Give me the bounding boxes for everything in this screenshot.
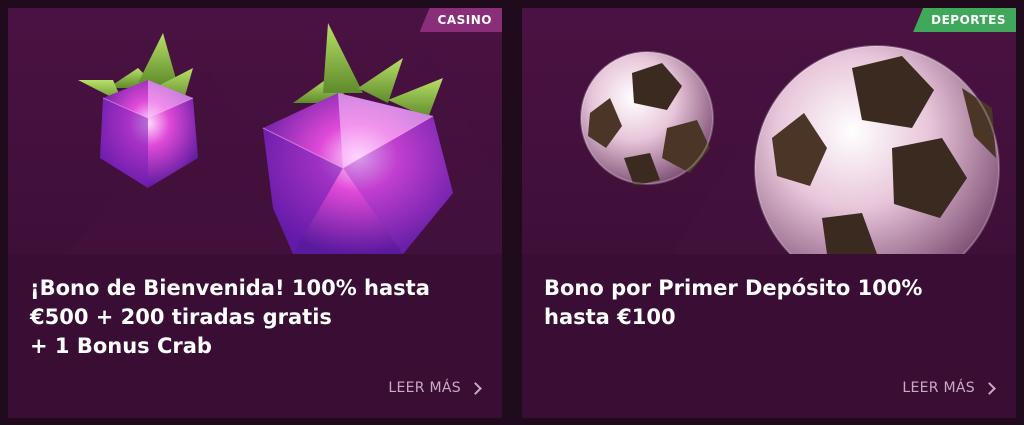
read-more-label: LEER MÁS — [902, 380, 975, 396]
casino-promo-title-line: €500 + 200 tiradas gratis — [30, 305, 332, 329]
casino-promo-card[interactable]: CASINO ¡Bono de Bienvenida! 100% hasta €… — [8, 8, 502, 418]
soccer-balls-icon — [580, 45, 1000, 254]
sports-promo-title: Bono por Primer Depósito 100% hasta €100 — [544, 274, 994, 332]
read-more-label: LEER MÁS — [388, 380, 461, 396]
casino-promo-art — [8, 8, 502, 254]
chevron-right-icon — [469, 381, 482, 395]
sports-read-more-link[interactable]: LEER MÁS — [902, 380, 996, 396]
promotions-grid: CASINO ¡Bono de Bienvenida! 100% hasta €… — [0, 0, 1024, 425]
sports-promo-title-line: Bono por Primer Depósito 100% — [544, 276, 923, 300]
casino-promo-title-line: ¡Bono de Bienvenida! 100% hasta — [30, 276, 430, 300]
sports-badge: DEPORTES — [913, 8, 1016, 32]
casino-promo-title-line: + 1 Bonus Crab — [30, 334, 212, 358]
raspberry-gems-icon — [68, 23, 502, 254]
casino-read-more-link[interactable]: LEER MÁS — [388, 380, 482, 396]
casino-promo-title: ¡Bono de Bienvenida! 100% hasta €500 + 2… — [30, 274, 480, 361]
sports-promo-title-line: hasta €100 — [544, 305, 676, 329]
sports-promo-card[interactable]: DEPORTES Bono por Primer Depósito 100% h… — [522, 8, 1016, 418]
chevron-right-icon — [983, 381, 996, 395]
casino-badge: CASINO — [419, 8, 502, 32]
sports-promo-art — [522, 8, 1016, 254]
